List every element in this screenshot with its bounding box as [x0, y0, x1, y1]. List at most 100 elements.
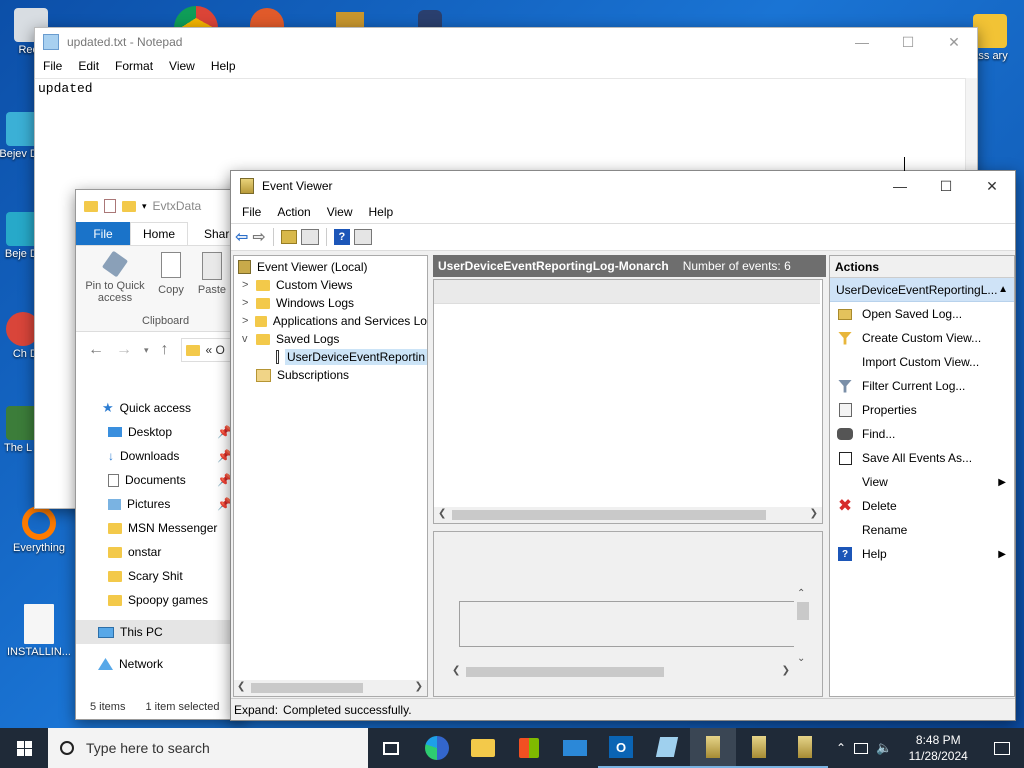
nav-msn-messenger[interactable]: MSN Messenger	[76, 516, 246, 540]
ribbon-tab-share[interactable]: Share	[188, 222, 236, 245]
taskbar-event-viewer-3[interactable]	[782, 728, 828, 768]
scroll-thumb[interactable]	[466, 667, 664, 677]
scroll-right-icon[interactable]: ❯	[415, 681, 423, 692]
copy-button[interactable]: Copy	[156, 252, 186, 296]
up-folder-icon[interactable]	[280, 230, 297, 244]
taskbar-store[interactable]	[506, 728, 552, 768]
details-vertical-scrollbar[interactable]: ⌃ ⌄	[794, 588, 812, 664]
events-horizontal-scrollbar[interactable]: ❮ ❯	[434, 507, 822, 523]
menu-file[interactable]: File	[35, 59, 70, 73]
action-import-custom-view[interactable]: Import Custom View...	[830, 350, 1014, 374]
taskbar-outlook[interactable]: O	[598, 728, 644, 768]
close-button[interactable]: ✕	[969, 171, 1015, 201]
nav-documents[interactable]: Documents 📌	[76, 468, 246, 492]
notepad-titlebar[interactable]: updated.txt - Notepad — ☐ ✕	[35, 28, 977, 56]
event-viewer-titlebar[interactable]: Event Viewer — ☐ ✕	[231, 171, 1015, 201]
scroll-right-icon[interactable]: ❯	[810, 508, 818, 519]
back-arrow-icon[interactable]: ←	[88, 341, 104, 359]
taskbar-event-viewer-1[interactable]	[690, 728, 736, 768]
tree-event-viewer-local[interactable]: Event Viewer (Local)	[234, 258, 427, 276]
events-list[interactable]: ❮ ❯	[433, 279, 823, 524]
maximize-button[interactable]: ☐	[885, 27, 931, 57]
scroll-left-icon[interactable]: ❮	[438, 508, 446, 519]
chevron-up-icon[interactable]: ⌃	[836, 741, 846, 755]
explorer-window[interactable]: ▾ EvtxData File Home Share Pin to Quick …	[75, 189, 246, 720]
nav-this-pc[interactable]: This PC	[76, 620, 246, 644]
menu-view[interactable]: View	[319, 205, 361, 219]
action-filter-current-log[interactable]: Filter Current Log...	[830, 374, 1014, 398]
menu-help[interactable]: Help	[361, 205, 402, 219]
scroll-right-icon[interactable]: ❯	[782, 665, 790, 676]
details-horizontal-scrollbar[interactable]: ❮ ❯	[450, 664, 792, 680]
action-create-custom-view[interactable]: Create Custom View...	[830, 326, 1014, 350]
task-view-button[interactable]	[368, 728, 414, 768]
actions-pane[interactable]: Actions UserDeviceEventReportingL... ▲ O…	[829, 255, 1015, 697]
ribbon-tab-file[interactable]: File	[76, 222, 130, 245]
notifications-button[interactable]	[980, 728, 1024, 768]
tree-applications-services-logs[interactable]: > Applications and Services Lo	[234, 312, 427, 330]
action-delete[interactable]: ✖ Delete	[830, 494, 1014, 518]
nav-downloads[interactable]: ↓ Downloads 📌	[76, 444, 246, 468]
menu-edit[interactable]: Edit	[70, 59, 107, 73]
explorer-titlebar[interactable]: ▾ EvtxData	[76, 190, 244, 222]
scroll-thumb[interactable]	[797, 602, 809, 620]
minimize-button[interactable]: —	[839, 27, 885, 57]
collapse-arrow-icon[interactable]: v	[242, 333, 252, 345]
taskbar-notepad[interactable]	[644, 728, 690, 768]
clock[interactable]: 8:48 PM 11/28/2024	[902, 732, 974, 764]
scroll-thumb[interactable]	[452, 510, 766, 520]
everything-desktop-icon[interactable]: Everything	[2, 506, 76, 554]
taskbar-edge[interactable]	[414, 728, 460, 768]
show-hide-tree-icon[interactable]	[300, 229, 319, 245]
action-find[interactable]: Find...	[830, 422, 1014, 446]
console-tree-pane[interactable]: Event Viewer (Local) > Custom Views > Wi…	[233, 255, 428, 697]
volume-icon[interactable]: 🔈	[876, 740, 892, 756]
new-folder-icon[interactable]	[122, 200, 136, 212]
network-icon[interactable]	[854, 742, 869, 754]
forward-arrow-icon[interactable]: ⇨	[252, 227, 265, 247]
nav-quick-access[interactable]: ★ Quick access	[76, 396, 246, 420]
pin-quick-access-button[interactable]: Pin to Quick access	[82, 250, 148, 304]
taskbar-event-viewer-2[interactable]	[736, 728, 782, 768]
action-properties[interactable]: Properties	[830, 398, 1014, 422]
event-viewer-window[interactable]: Event Viewer — ☐ ✕ File Action View Help…	[230, 170, 1016, 721]
nav-network[interactable]: Network	[76, 652, 246, 676]
nav-desktop[interactable]: Desktop 📌	[76, 420, 246, 444]
installer-desktop-icon[interactable]: INSTALLIN...	[2, 604, 76, 658]
minimize-button[interactable]: —	[877, 171, 923, 201]
tree-subscriptions[interactable]: Subscriptions	[234, 366, 427, 384]
tree-saved-logs[interactable]: v Saved Logs	[234, 330, 427, 348]
up-arrow-icon[interactable]: ↑	[161, 341, 169, 359]
menu-file[interactable]: File	[234, 205, 269, 219]
action-view[interactable]: View ▶	[830, 470, 1014, 494]
scroll-thumb[interactable]	[251, 683, 363, 693]
recent-chevron-icon[interactable]: ▾	[144, 345, 149, 356]
nav-scary-shit[interactable]: Scary Shit	[76, 564, 246, 588]
maximize-button[interactable]: ☐	[923, 171, 969, 201]
scroll-down-icon[interactable]: ⌄	[797, 653, 805, 664]
scroll-left-icon[interactable]: ❮	[237, 681, 245, 692]
forward-arrow-icon[interactable]: →	[116, 341, 132, 359]
tree-custom-views[interactable]: > Custom Views	[234, 276, 427, 294]
nav-pictures[interactable]: Pictures 📌	[76, 492, 246, 516]
actions-subheader[interactable]: UserDeviceEventReportingL... ▲	[830, 278, 1014, 302]
paste-button[interactable]: Paste	[196, 252, 228, 296]
tree-saved-log-item[interactable]: UserDeviceEventReportin	[234, 348, 427, 366]
back-arrow-icon[interactable]: ⇦	[235, 227, 248, 247]
chevron-down-icon[interactable]: ▾	[142, 201, 147, 212]
action-open-saved-log[interactable]: Open Saved Log...	[830, 302, 1014, 326]
menu-view[interactable]: View	[161, 59, 203, 73]
taskbar-mail[interactable]	[552, 728, 598, 768]
help-icon[interactable]: ?	[333, 229, 350, 245]
expand-arrow-icon[interactable]: >	[242, 297, 252, 309]
show-hide-action-pane-icon[interactable]	[353, 229, 372, 245]
properties-qa-icon[interactable]	[104, 199, 116, 213]
expand-arrow-icon[interactable]: >	[242, 279, 252, 291]
ribbon-tab-home[interactable]: Home	[130, 222, 188, 245]
menu-action[interactable]: Action	[269, 205, 318, 219]
action-save-all-events-as[interactable]: Save All Events As...	[830, 446, 1014, 470]
tree-windows-logs[interactable]: > Windows Logs	[234, 294, 427, 312]
start-button[interactable]	[0, 728, 48, 768]
events-column-header[interactable]	[434, 280, 820, 304]
scroll-left-icon[interactable]: ❮	[452, 665, 460, 676]
